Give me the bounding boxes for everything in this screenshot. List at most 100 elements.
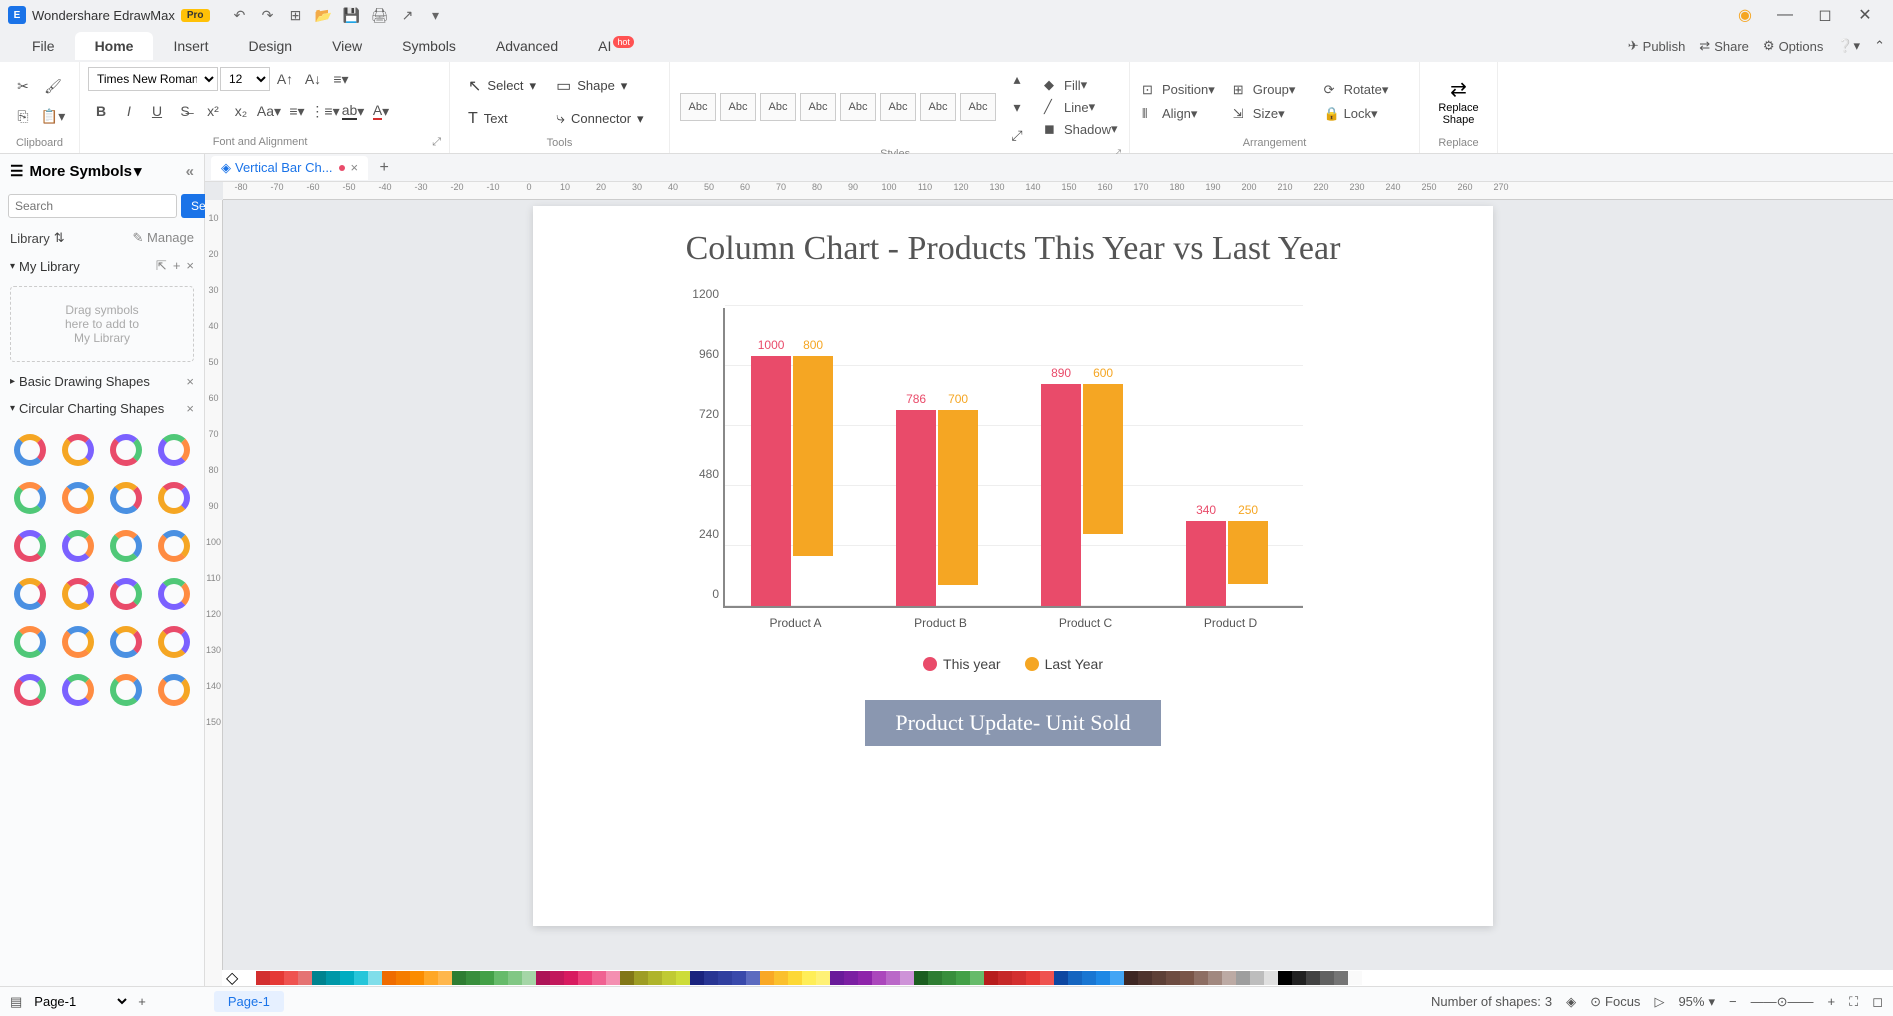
import-icon[interactable]: ⇱ (156, 258, 167, 274)
layers-icon[interactable]: ◈ (1566, 994, 1576, 1010)
color-swatch[interactable] (928, 971, 942, 985)
color-swatch[interactable] (1334, 971, 1348, 985)
fullscreen-button[interactable]: ◻ (1872, 994, 1883, 1010)
maximize-button[interactable]: ◻ (1805, 0, 1845, 30)
shape-thumb[interactable] (10, 478, 50, 518)
page-tab-active[interactable]: Page-1 (214, 991, 284, 1012)
color-swatch[interactable] (704, 971, 718, 985)
style-swatch[interactable]: Abc (960, 93, 996, 121)
chart-subtitle[interactable]: Product Update- Unit Sold (865, 700, 1160, 746)
menu-ai[interactable]: AIhot (578, 32, 654, 60)
italic-button[interactable]: I (116, 98, 142, 124)
color-swatch[interactable] (1096, 971, 1110, 985)
shape-thumb[interactable] (58, 670, 98, 710)
color-swatch[interactable] (508, 971, 522, 985)
close-tab-button[interactable]: × (351, 160, 359, 175)
color-swatch[interactable] (1166, 971, 1180, 985)
color-swatch[interactable] (592, 971, 606, 985)
circular-shapes-section[interactable]: ▾Circular Charting Shapes× (0, 395, 204, 422)
color-swatch[interactable] (550, 971, 564, 985)
add-page-button[interactable]: + (138, 994, 146, 1009)
color-swatch[interactable] (1012, 971, 1026, 985)
document-tab[interactable]: ◈Vertical Bar Ch...× (211, 156, 368, 180)
line-button[interactable]: ╱Line▾ (1040, 97, 1122, 117)
color-swatch[interactable] (1320, 971, 1334, 985)
color-swatch[interactable] (1264, 971, 1278, 985)
shape-thumb[interactable] (106, 430, 146, 470)
superscript-button[interactable]: x² (200, 98, 226, 124)
shape-thumb[interactable] (154, 670, 194, 710)
align-dropdown[interactable]: ≡▾ (328, 66, 354, 92)
color-swatch[interactable] (746, 971, 760, 985)
color-swatch[interactable] (1236, 971, 1250, 985)
color-swatch[interactable] (1180, 971, 1194, 985)
color-swatch[interactable] (956, 971, 970, 985)
zoom-out-button[interactable]: − (1729, 994, 1737, 1009)
color-swatch[interactable] (788, 971, 802, 985)
options-button[interactable]: ⚙Options (1763, 38, 1823, 54)
color-swatch[interactable] (1152, 971, 1166, 985)
color-swatch[interactable] (802, 971, 816, 985)
shape-thumb[interactable] (154, 574, 194, 614)
focus-button[interactable]: ⊙ Focus (1590, 994, 1640, 1010)
color-swatch[interactable] (984, 971, 998, 985)
style-swatch[interactable]: Abc (840, 93, 876, 121)
page-list-icon[interactable]: ▤ (10, 994, 22, 1010)
color-swatch[interactable] (1110, 971, 1124, 985)
search-input[interactable] (8, 194, 177, 218)
color-swatch[interactable] (620, 971, 634, 985)
color-swatch[interactable] (438, 971, 452, 985)
add-icon[interactable]: + (173, 258, 181, 274)
undo-button[interactable]: ↶ (228, 3, 252, 27)
replace-shape-icon[interactable]: ⇄ (1450, 77, 1467, 102)
color-swatch[interactable] (872, 971, 886, 985)
shape-thumb[interactable] (58, 430, 98, 470)
avatar-icon[interactable]: ◉ (1725, 0, 1765, 30)
color-swatch[interactable] (1250, 971, 1264, 985)
menu-symbols[interactable]: Symbols (382, 32, 476, 60)
color-swatch[interactable] (830, 971, 844, 985)
shape-thumb[interactable] (154, 622, 194, 662)
underline-button[interactable]: U (144, 98, 170, 124)
color-swatch[interactable] (1278, 971, 1292, 985)
font-color-button[interactable]: A▾ (368, 98, 394, 124)
color-swatch[interactable] (844, 971, 858, 985)
color-swatch[interactable] (648, 971, 662, 985)
shape-thumb[interactable] (106, 622, 146, 662)
color-swatch[interactable] (1124, 971, 1138, 985)
size-button[interactable]: ⇲Size▾ (1229, 104, 1310, 124)
align-button[interactable]: ⫴Align▾ (1138, 104, 1219, 124)
color-swatch[interactable] (676, 971, 690, 985)
shape-thumb[interactable] (154, 478, 194, 518)
canvas[interactable]: Column Chart - Products This Year vs Las… (223, 200, 1893, 986)
manage-button[interactable]: ✎ Manage (133, 230, 195, 246)
color-swatch[interactable] (326, 971, 340, 985)
color-swatch[interactable] (900, 971, 914, 985)
minimize-button[interactable]: — (1765, 0, 1805, 30)
library-dropzone[interactable]: Drag symbols here to add to My Library (10, 286, 194, 362)
shadow-button[interactable]: ◼Shadow▾ (1040, 119, 1122, 139)
style-swatch[interactable]: Abc (920, 93, 956, 121)
paste-button[interactable]: 📋▾ (40, 104, 66, 130)
no-fill-icon[interactable]: ◇ (226, 968, 238, 988)
shape-thumb[interactable] (10, 526, 50, 566)
style-swatch[interactable]: Abc (880, 93, 916, 121)
color-swatch[interactable] (368, 971, 382, 985)
color-swatch[interactable] (1306, 971, 1320, 985)
menu-view[interactable]: View (312, 32, 382, 60)
color-swatch[interactable] (410, 971, 424, 985)
color-swatch[interactable] (690, 971, 704, 985)
color-swatch[interactable] (452, 971, 466, 985)
format-painter-button[interactable]: 🖌 (40, 74, 66, 100)
color-swatch[interactable] (1068, 971, 1082, 985)
shape-thumb[interactable] (106, 526, 146, 566)
color-swatch[interactable] (1348, 971, 1362, 985)
collapse-ribbon-button[interactable]: ⌃ (1874, 38, 1885, 54)
page-select[interactable]: Page-1 (30, 993, 130, 1010)
color-swatch[interactable] (914, 971, 928, 985)
color-swatch[interactable] (732, 971, 746, 985)
color-swatch[interactable] (298, 971, 312, 985)
menu-insert[interactable]: Insert (153, 32, 228, 60)
export-button[interactable]: ↗ (396, 3, 420, 27)
color-swatch[interactable] (662, 971, 676, 985)
